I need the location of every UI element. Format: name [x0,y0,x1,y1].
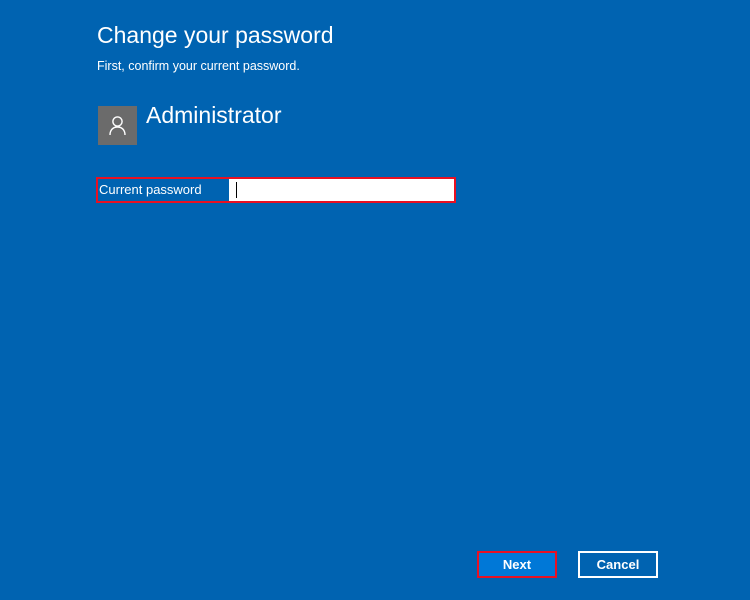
current-password-row: Current password [96,177,456,203]
next-button[interactable]: Next [477,551,557,578]
avatar [98,106,137,145]
change-password-dialog: Change your password First, confirm your… [0,0,750,600]
person-icon [109,116,126,136]
cancel-button[interactable]: Cancel [578,551,658,578]
user-info: Administrator [98,101,281,145]
user-name: Administrator [146,102,282,128]
current-password-label: Current password [99,182,202,197]
current-password-field[interactable] [229,179,454,201]
page-title: Change your password [97,22,334,48]
page-subtitle: First, confirm your current password. [97,59,300,73]
text-caret [236,182,237,198]
